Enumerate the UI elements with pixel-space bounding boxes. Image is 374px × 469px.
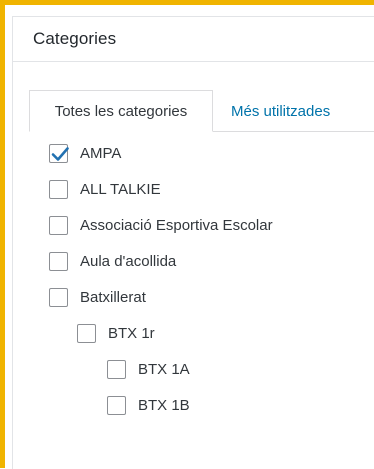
category-item-batxillerat[interactable]: Batxillerat [49,282,146,312]
category-item-btx-1a[interactable]: BTX 1A [107,354,190,384]
category-checkbox-btx-1r[interactable] [77,323,96,343]
category-checkbox-batxillerat[interactable] [49,287,68,307]
category-label: BTX 1r [108,324,155,342]
category-checkbox-btx-1a[interactable] [107,359,126,379]
category-checkbox-aula-acollida[interactable] [49,251,68,271]
category-item-btx-1b[interactable]: BTX 1B [107,390,190,420]
tab-most-used[interactable]: Més utilitzades [231,90,330,132]
category-checkbox-all-talkie[interactable] [49,179,68,199]
category-item-btx-1r[interactable]: BTX 1r [77,318,155,348]
categories-panel: Categories Totes les categories Més util… [12,16,374,469]
category-checkbox-associacio-esportiva[interactable] [49,215,68,235]
category-label: Associació Esportiva Escolar [80,216,273,234]
panel-title: Categories [33,29,117,48]
category-label: AMPA [80,144,122,162]
category-label: BTX 1A [138,360,190,378]
checkmark-icon [51,146,69,161]
tab-most-used-label: Més utilitzades [231,102,331,120]
category-label: Batxillerat [80,288,146,306]
tab-all-categories-label: Totes les categories [54,102,188,120]
category-item-aula-acollida[interactable]: Aula d'acollida [49,246,176,276]
category-tabs: Totes les categories Més utilitzades [13,62,374,138]
tab-all-categories[interactable]: Totes les categories [29,90,213,132]
category-label: Aula d'acollida [80,252,177,270]
category-label: BTX 1B [138,396,190,414]
category-label: ALL TALKIE [80,180,161,198]
panel-header[interactable]: Categories [13,17,374,62]
category-item-ampa[interactable]: AMPA [49,138,121,168]
category-item-all-talkie[interactable]: ALL TALKIE [49,174,161,204]
category-checkbox-btx-1b[interactable] [107,395,126,415]
category-item-associacio-esportiva[interactable]: Associació Esportiva Escolar [49,210,273,240]
category-checkbox-ampa[interactable] [49,143,69,163]
